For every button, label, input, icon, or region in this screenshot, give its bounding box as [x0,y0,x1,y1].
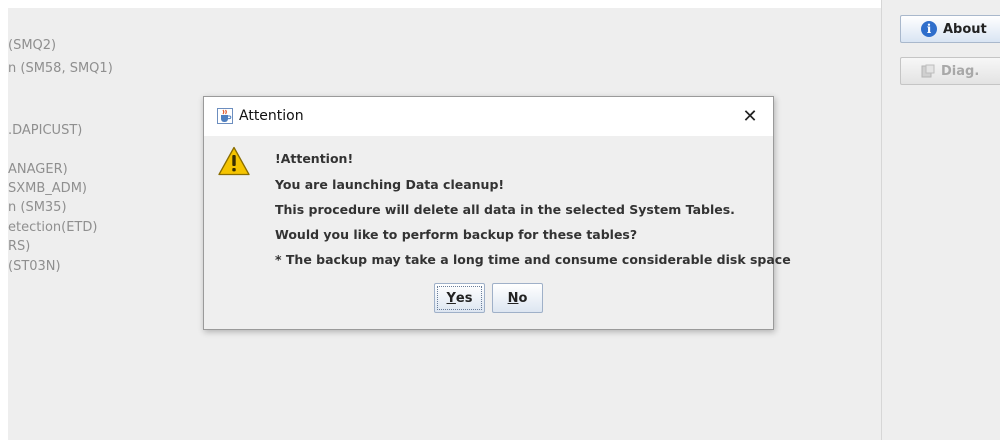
warning-icon [218,146,250,176]
dialog-message-line: This procedure will delete all data in t… [275,202,735,217]
dialog-titlebar[interactable]: Attention ✕ [204,97,773,136]
attention-dialog: Attention ✕ !Attention! You are launchin… [203,96,791,330]
list-item[interactable]: (ST03N) [8,259,61,274]
diag-label: Diag. [941,63,980,79]
close-button[interactable]: ✕ [727,97,773,136]
no-label: o [518,290,528,306]
list-item[interactable]: (SMQ2) [8,38,56,53]
yes-label: es [455,290,473,306]
list-item[interactable]: .DAPICUST) [8,123,82,138]
no-button[interactable]: No [492,283,543,313]
java-cup-icon [217,108,233,124]
list-item[interactable]: n (SM58, SMQ1) [8,61,113,76]
info-icon: i [921,21,937,37]
list-item[interactable]: etection(ETD) [8,220,97,235]
no-mnemonic: N [507,290,519,306]
dialog-title: Attention [239,108,304,124]
about-button[interactable]: i About [900,15,1000,43]
yes-button[interactable]: Yes [434,283,485,313]
dialog-message-line: Would you like to perform backup for the… [275,227,638,242]
list-item[interactable]: RS) [8,239,30,254]
diag-button[interactable]: Diag. [900,57,1000,85]
app-window: (SMQ2) n (SM58, SMQ1) .DAPICUST) ANAGER)… [0,0,1000,440]
close-icon: ✕ [742,106,758,127]
list-item[interactable]: n (SM35) [8,200,67,215]
dialog-message-line: !Attention! [275,151,354,166]
list-item[interactable]: ANAGER) [8,162,68,177]
dialog-message-line: You are launching Data cleanup! [275,177,505,192]
about-label: About [943,21,987,37]
yes-mnemonic: Y [446,290,456,306]
dialog-message-line: * The backup may take a long time and co… [275,252,791,267]
list-item[interactable]: SXMB_ADM) [8,181,87,196]
diagnostics-icon [921,64,935,78]
